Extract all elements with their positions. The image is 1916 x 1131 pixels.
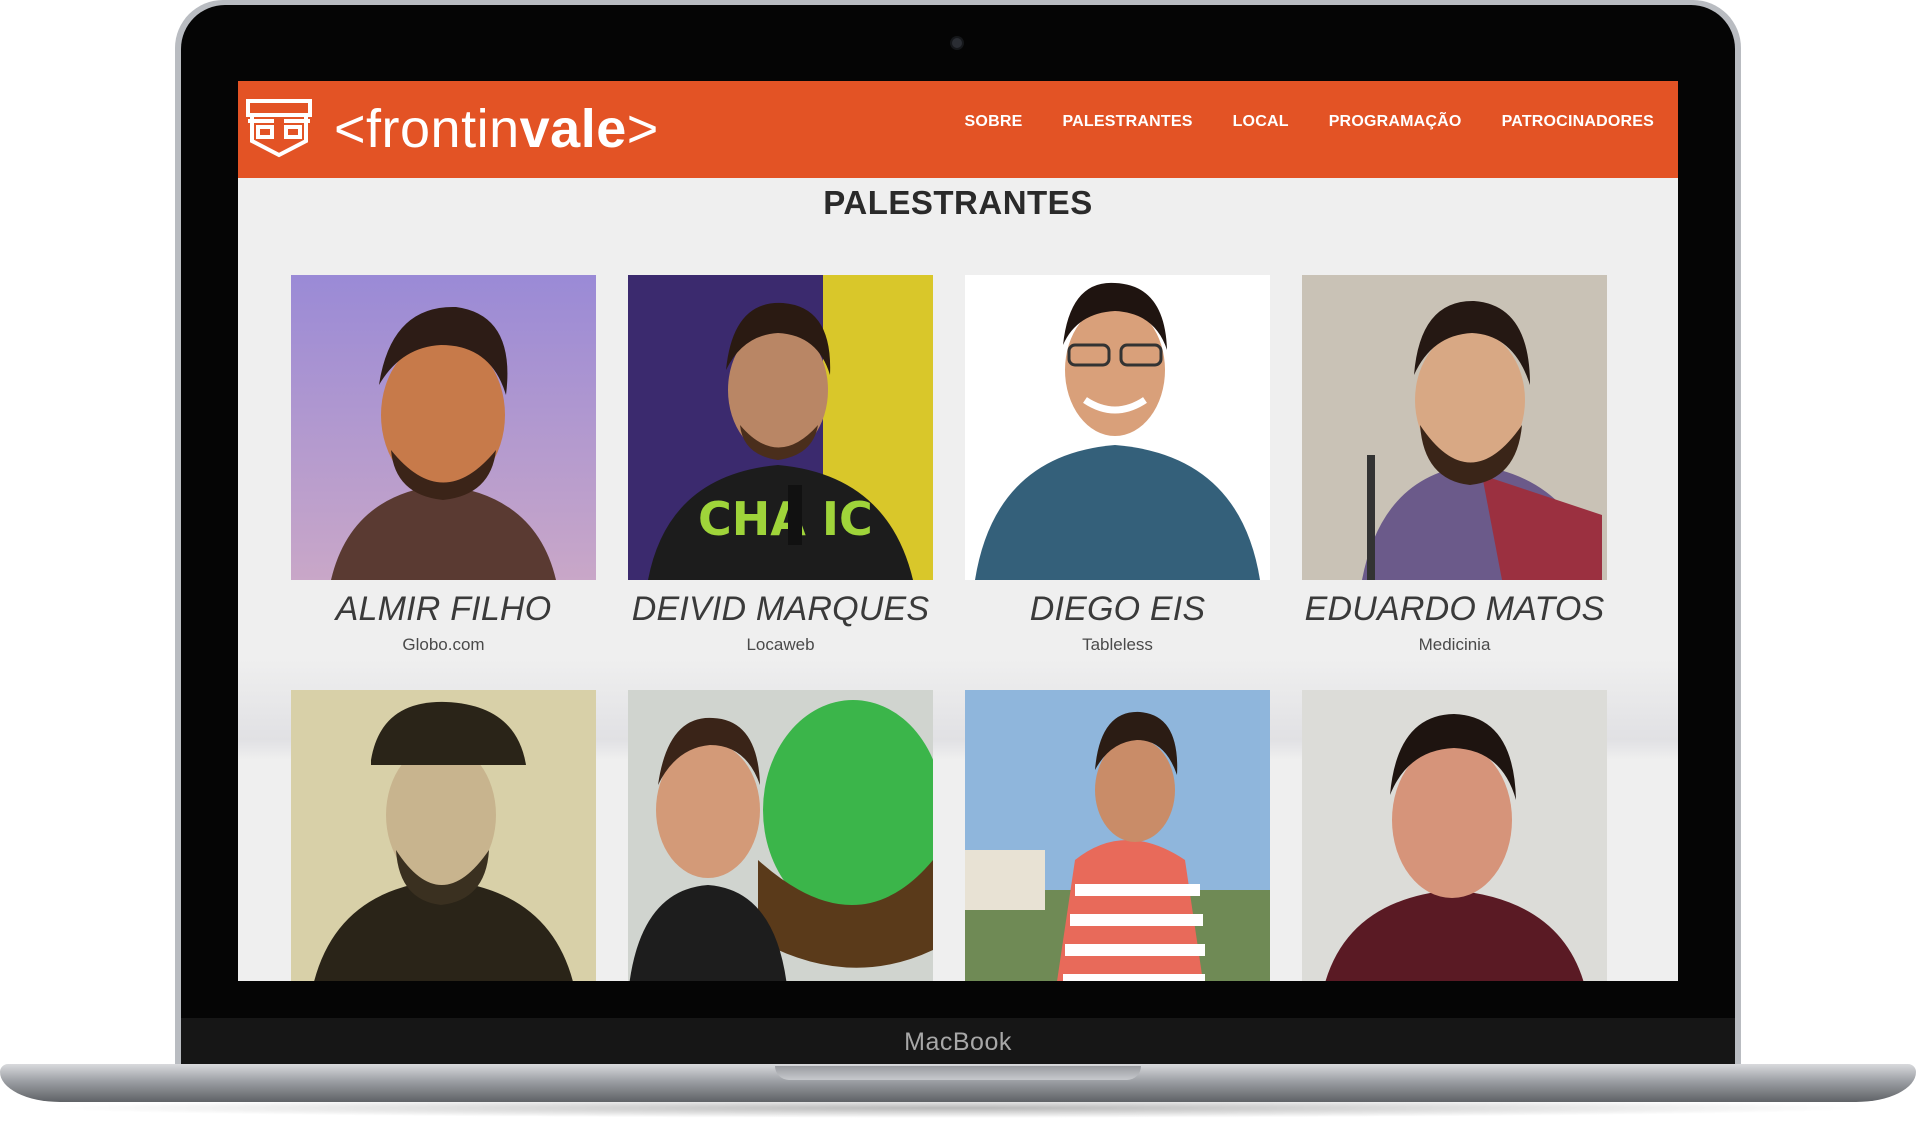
speaker-photo[interactable] bbox=[628, 690, 933, 981]
speaker-name: EDUARDO MATOS bbox=[1304, 590, 1605, 628]
speaker-card[interactable]: EDUARDO MATOS Medicinia bbox=[1302, 275, 1607, 655]
main-nav: SOBRE PALESTRANTES LOCAL PROGRAMAÇÃO PAT… bbox=[965, 113, 1654, 131]
speaker-card[interactable]: DIEGO EIS Tableless bbox=[965, 275, 1270, 655]
device-brand-label: MacBook bbox=[904, 1028, 1012, 1056]
speaker-photo[interactable] bbox=[291, 275, 596, 580]
logo-suffix: > bbox=[626, 99, 659, 159]
speaker-photo[interactable] bbox=[965, 690, 1270, 981]
speaker-card[interactable]: ALMIR FILHO Globo.com bbox=[291, 275, 596, 655]
section-title: PALESTRANTES bbox=[823, 184, 1093, 221]
speaker-card[interactable] bbox=[965, 690, 1270, 981]
speaker-name: ALMIR FILHO bbox=[335, 590, 552, 628]
nav-patrocinadores[interactable]: PATROCINADORES bbox=[1502, 113, 1654, 131]
speaker-photo[interactable] bbox=[291, 690, 596, 981]
speaker-card[interactable] bbox=[1302, 690, 1607, 981]
logo-icon bbox=[246, 99, 312, 158]
logo-prefix: <frontin bbox=[334, 99, 520, 159]
speaker-name: DEIVID MARQUES bbox=[631, 590, 930, 628]
nav-palestrantes[interactable]: PALESTRANTES bbox=[1062, 113, 1192, 131]
speaker-photo[interactable]: CHA IC bbox=[628, 275, 933, 580]
logo-bold: vale bbox=[519, 99, 627, 159]
site-header: <frontinvale> SOBRE PALESTRANTES LOCAL P… bbox=[238, 81, 1678, 178]
nav-sobre[interactable]: SOBRE bbox=[965, 113, 1023, 131]
screen: <frontinvale> SOBRE PALESTRANTES LOCAL P… bbox=[238, 81, 1678, 981]
nav-local[interactable]: LOCAL bbox=[1233, 113, 1289, 131]
speaker-photo[interactable] bbox=[965, 275, 1270, 580]
laptop-notch bbox=[775, 1066, 1141, 1080]
speaker-photo[interactable] bbox=[1302, 690, 1607, 981]
speaker-company: Medicinia bbox=[1418, 635, 1491, 654]
speaker-company: Tableless bbox=[1082, 635, 1153, 654]
logo-text: <frontinvale> bbox=[334, 97, 659, 161]
camera-icon bbox=[952, 38, 962, 48]
nav-programacao[interactable]: PROGRAMAÇÃO bbox=[1329, 113, 1462, 131]
svg-text:CHA IC: CHA IC bbox=[698, 492, 873, 546]
speaker-company: Globo.com bbox=[402, 635, 485, 654]
speaker-card[interactable] bbox=[291, 690, 596, 981]
speaker-company: Locaweb bbox=[746, 635, 815, 654]
speaker-card[interactable]: CHA IC DEIVID MARQUES Locaweb bbox=[628, 275, 933, 655]
speaker-photo[interactable] bbox=[1302, 275, 1607, 580]
speaker-card[interactable] bbox=[628, 690, 933, 981]
site-logo[interactable]: <frontinvale> bbox=[244, 97, 659, 161]
speaker-name: DIEGO EIS bbox=[1029, 590, 1206, 628]
